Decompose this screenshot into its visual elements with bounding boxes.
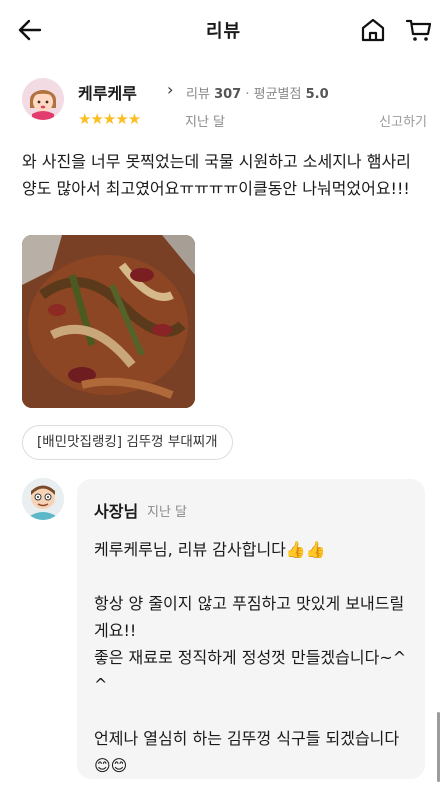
menu-tag[interactable]: [배민맛집랭킹] 김뚜껑 부대찌개 bbox=[22, 425, 233, 460]
review-count: 307 bbox=[214, 87, 242, 102]
review-count-label: 리뷰 bbox=[186, 87, 210, 102]
cart-button[interactable] bbox=[405, 16, 433, 44]
review-text: 와 사진을 너무 못찍었는데 국물 시원하고 소세지나 햄사리 양도 많아서 최… bbox=[22, 152, 411, 198]
cart-icon bbox=[405, 19, 432, 41]
chevron-right-icon[interactable]: › bbox=[167, 80, 173, 99]
home-icon bbox=[361, 18, 385, 42]
owner-avatar bbox=[22, 478, 64, 520]
avg-rating: 5.0 bbox=[305, 87, 329, 102]
reviewer-nickname[interactable]: 케루케루 bbox=[78, 80, 137, 104]
star-rating: ★★★★★ bbox=[78, 110, 141, 128]
owner-name: 사장님 bbox=[94, 502, 139, 521]
owner-reply-box: 사장님 지난 달 케루케루님, 리뷰 감사합니다👍👍 항상 양 줄이지 않고 푸… bbox=[77, 479, 425, 779]
stats-separator: · bbox=[245, 87, 250, 102]
review-time: 지난 달 bbox=[185, 115, 226, 130]
reviewer-stats: 리뷰 307 · 평균별점 5.0 bbox=[186, 83, 329, 102]
top-app-bar: 리뷰 bbox=[0, 0, 447, 60]
review-header: 케루케루 › 리뷰 307 · 평균별점 5.0 ★★★★★ 지난 달 신고하기 bbox=[22, 78, 427, 134]
home-button[interactable] bbox=[359, 16, 387, 44]
review-photo[interactable] bbox=[22, 235, 195, 408]
owner-reply-time: 지난 달 bbox=[147, 505, 188, 520]
owner-reply-text: 케루케루님, 리뷰 감사합니다👍👍 항상 양 줄이지 않고 푸짐하고 맛있게 보… bbox=[94, 540, 407, 775]
avg-rating-label: 평균별점 bbox=[253, 87, 302, 102]
scrollbar[interactable] bbox=[437, 712, 440, 782]
report-button[interactable]: 신고하기 bbox=[379, 111, 427, 130]
reviewer-avatar[interactable] bbox=[22, 78, 64, 120]
